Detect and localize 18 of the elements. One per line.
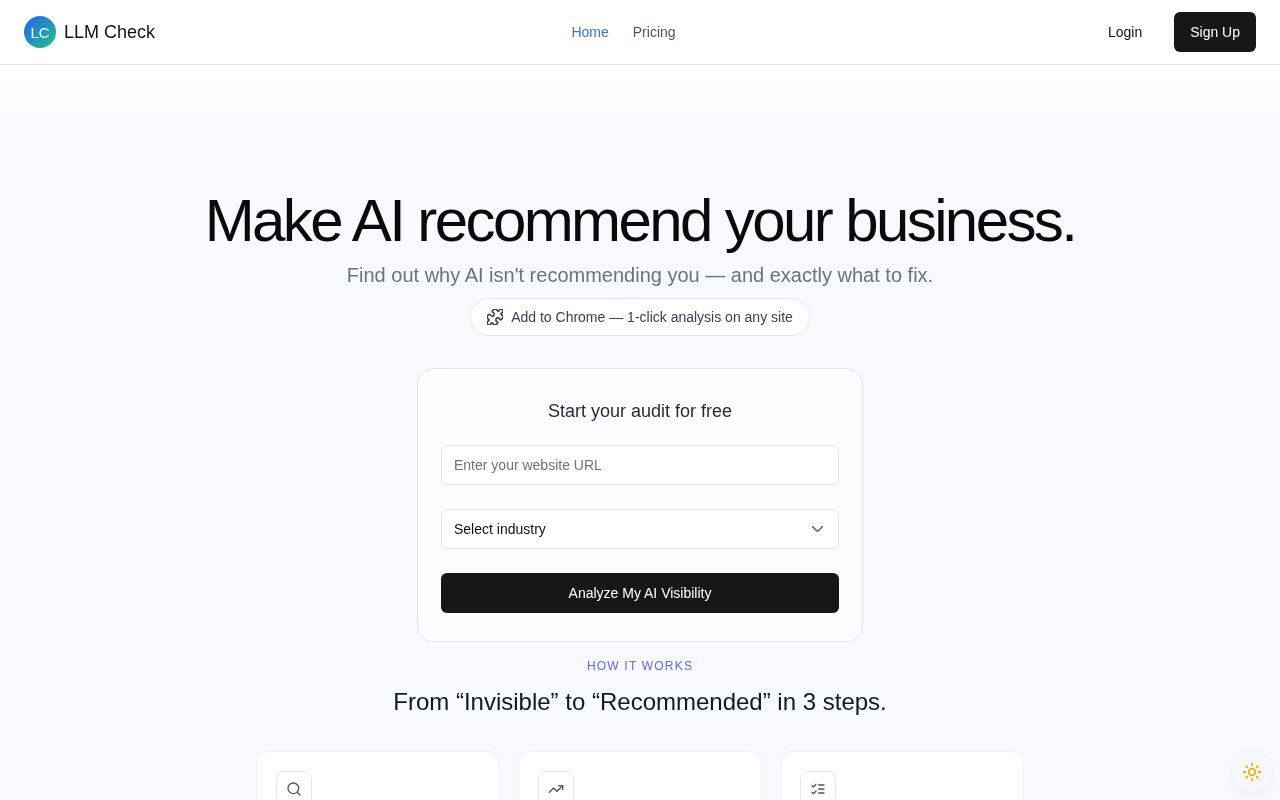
analyze-button[interactable]: Analyze My AI Visibility [441,573,839,613]
audit-title: Start your audit for free [546,400,734,423]
brand-name[interactable]: LLM Check [64,21,156,43]
extension-button[interactable]: Add to Chrome — 1-click analysis on any site [470,298,810,336]
sun-icon[interactable] [1232,752,1272,792]
chevron-down-icon [812,526,823,532]
login-button[interactable]: Login [1091,14,1159,50]
section-eyebrow: HOW IT WORKS [586,658,694,674]
puzzle-icon [487,309,504,325]
nav-link[interactable]: Pricing [632,24,676,40]
hero-subtitle: Find out why AI isn't recommending you — and exactly what to fix. [346,263,934,288]
signup-button[interactable]: Sign Up [1174,12,1256,52]
url-input[interactable]: Enter your website URL [441,445,839,485]
nav-link[interactable]: Home [571,24,609,40]
hero-title: Make AI recommend your business. [204,190,1076,252]
section-title: From “Invisible” to “Recommended” in 3 steps. [393,687,887,717]
logo-badge[interactable]: LC [24,16,56,48]
industry-select[interactable]: Select industry [441,509,839,549]
